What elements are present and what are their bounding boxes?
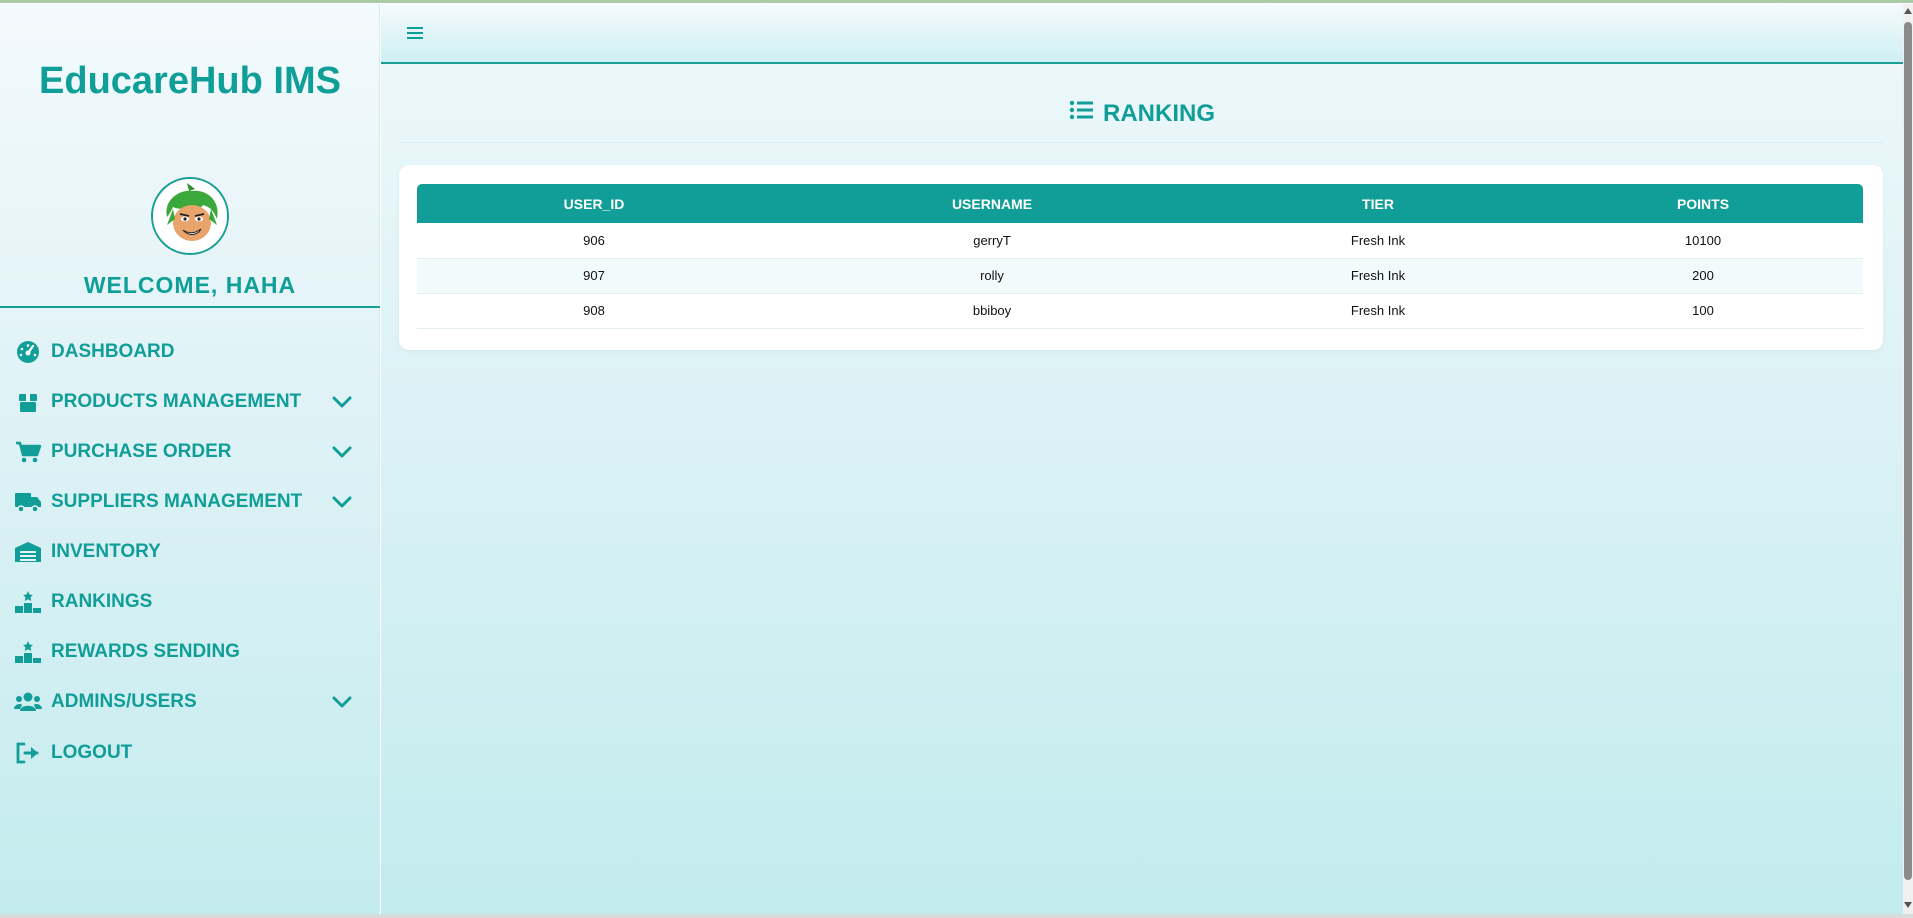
cell-user-id: 907	[417, 258, 771, 294]
ranking-table-card: USER_ID USERNAME TIER POINTS 906 gerryT …	[399, 165, 1883, 350]
sidebar-item-suppliers-management[interactable]: SUPPLIERS MANAGEMENT	[0, 479, 380, 525]
sidebar-item-admins-users[interactable]: ADMINS/USERS	[0, 679, 380, 725]
page-title-text: RANKING	[1103, 99, 1215, 127]
sidebar-item-label: LOGOUT	[51, 742, 133, 763]
sidebar-item-label: DASHBOARD	[51, 341, 175, 362]
chevron-down-icon[interactable]	[331, 393, 353, 411]
vertical-scrollbar[interactable]	[1903, 4, 1913, 914]
chevron-down-icon[interactable]	[331, 493, 353, 511]
cart-icon	[14, 440, 42, 464]
table-header-row: USER_ID USERNAME TIER POINTS	[417, 184, 1863, 223]
chevron-down-icon[interactable]	[331, 443, 353, 461]
sidebar-item-label: REWARDS SENDING	[51, 641, 240, 662]
ranking-podium-icon	[14, 590, 42, 614]
chevron-down-icon[interactable]	[331, 693, 353, 711]
avatar[interactable]	[151, 177, 229, 255]
box-icon	[14, 390, 42, 414]
ranking-table: USER_ID USERNAME TIER POINTS 906 gerryT …	[417, 184, 1863, 329]
cell-username: rolly	[771, 258, 1213, 294]
gauge-icon	[14, 340, 42, 364]
sidebar-item-dashboard[interactable]: DASHBOARD	[0, 329, 380, 375]
title-divider	[401, 142, 1883, 143]
table-row[interactable]: 906 gerryT Fresh Ink 10100	[417, 223, 1863, 259]
sidebar-item-label: INVENTORY	[51, 541, 161, 562]
truck-icon	[14, 490, 42, 514]
avatar-image	[153, 179, 227, 253]
cell-user-id: 908	[417, 293, 771, 329]
scrollbar-thumb[interactable]	[1904, 22, 1912, 880]
window-bottom-border	[0, 914, 1913, 918]
top-bar	[381, 4, 1903, 64]
sidebar-item-label: SUPPLIERS MANAGEMENT	[51, 491, 303, 512]
cell-points: 200	[1543, 258, 1863, 294]
warehouse-icon	[14, 540, 42, 564]
sidebar-item-label: RANKINGS	[51, 591, 153, 612]
cell-tier: Fresh Ink	[1213, 223, 1543, 259]
welcome-text: WELCOME, HAHA	[83, 272, 297, 298]
sidebar-item-products-management[interactable]: PRODUCTS MANAGEMENT	[0, 379, 380, 425]
sidebar-item-logout[interactable]: LOGOUT	[0, 730, 380, 776]
ranking-podium-icon	[14, 640, 42, 664]
table-row[interactable]: 908 bbiboy Fresh Ink 100	[417, 293, 1863, 329]
logout-icon	[14, 741, 42, 765]
cell-points: 10100	[1543, 223, 1863, 259]
page-title: RANKING	[381, 99, 1903, 128]
sidebar-item-rankings[interactable]: RANKINGS	[0, 579, 380, 625]
cell-user-id: 906	[417, 223, 771, 259]
users-icon	[14, 690, 42, 714]
sidebar-item-purchase-order[interactable]: PURCHASE ORDER	[0, 429, 380, 475]
cell-username: gerryT	[771, 223, 1213, 259]
scroll-down-arrow-icon[interactable]	[1904, 902, 1912, 908]
sidebar-item-label: PURCHASE ORDER	[51, 441, 232, 462]
cell-tier: Fresh Ink	[1213, 293, 1543, 329]
column-header-points[interactable]: POINTS	[1543, 184, 1863, 223]
column-header-tier[interactable]: TIER	[1213, 184, 1543, 223]
list-icon	[1069, 99, 1093, 128]
column-header-user-id[interactable]: USER_ID	[417, 184, 771, 223]
cell-tier: Fresh Ink	[1213, 258, 1543, 294]
main-content: RANKING USER_ID USERNAME TIER POINTS 906…	[381, 4, 1903, 914]
hamburger-menu-icon[interactable]	[405, 23, 425, 43]
brand-title: EducareHub IMS	[39, 60, 341, 102]
table-row[interactable]: 907 rolly Fresh Ink 200	[417, 258, 1863, 294]
column-header-username[interactable]: USERNAME	[771, 184, 1213, 223]
sidebar-item-rewards-sending[interactable]: REWARDS SENDING	[0, 629, 380, 675]
sidebar-item-inventory[interactable]: INVENTORY	[0, 529, 380, 575]
cell-points: 100	[1543, 293, 1863, 329]
sidebar-item-label: PRODUCTS MANAGEMENT	[51, 391, 302, 412]
scroll-up-arrow-icon[interactable]	[1904, 8, 1912, 14]
sidebar-item-label: ADMINS/USERS	[51, 691, 197, 712]
cell-username: bbiboy	[771, 293, 1213, 329]
sidebar-divider	[0, 306, 380, 308]
window-top-border	[0, 0, 1913, 3]
sidebar: EducareHub IMS WELCOME, HAHA DASHBOARD P…	[0, 4, 380, 914]
